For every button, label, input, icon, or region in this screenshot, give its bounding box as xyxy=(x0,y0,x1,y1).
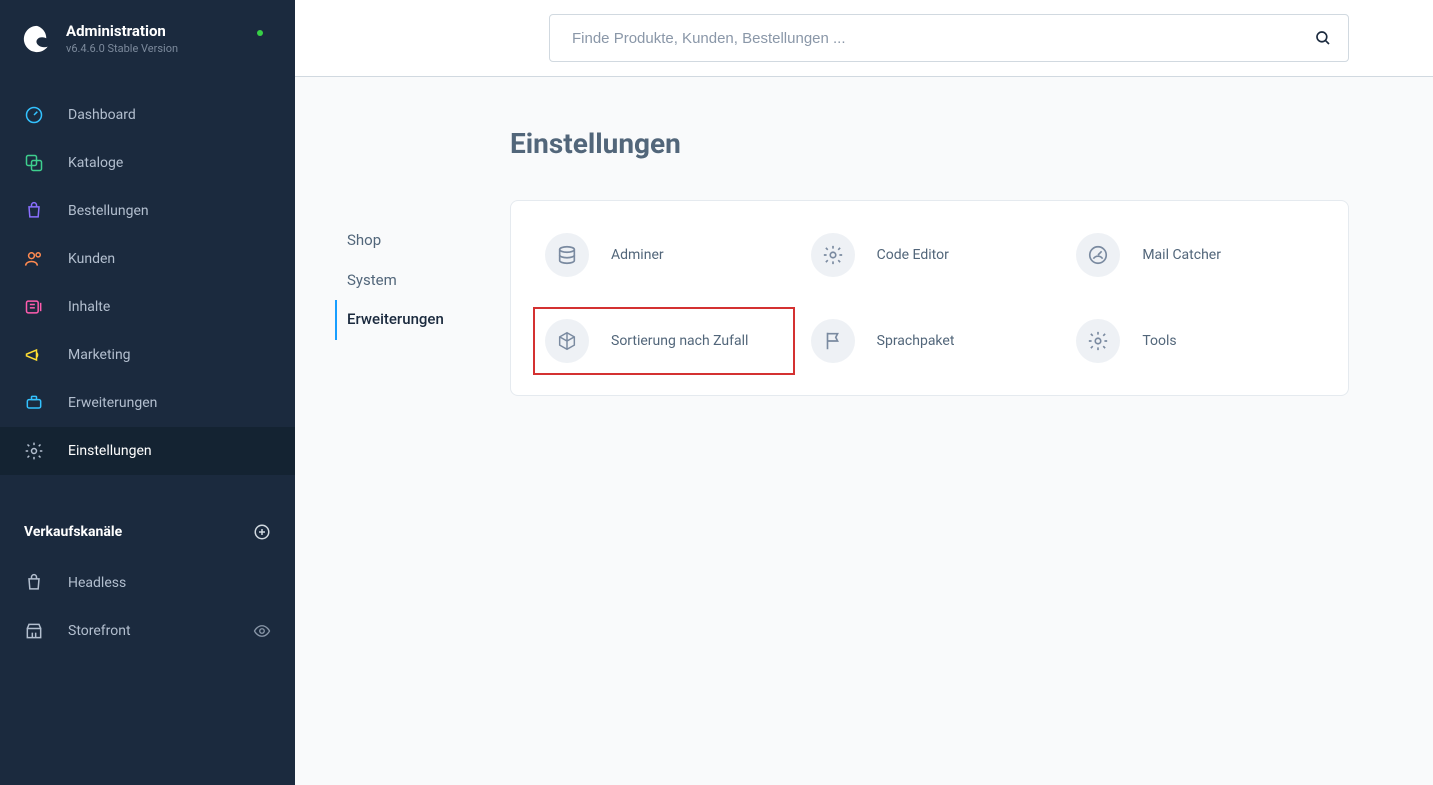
settings-item-label: Mail Catcher xyxy=(1142,247,1221,263)
tab-system[interactable]: System xyxy=(335,261,510,301)
dashboard-icon xyxy=(24,105,44,125)
gear-icon xyxy=(1076,319,1120,363)
tab-extensions[interactable]: Erweiterungen xyxy=(335,300,510,340)
flag-icon xyxy=(811,319,855,363)
headless-icon xyxy=(24,573,44,593)
global-search[interactable] xyxy=(549,14,1349,62)
customers-icon xyxy=(24,249,44,269)
nav-item-extensions[interactable]: Erweiterungen xyxy=(0,379,295,427)
marketing-icon xyxy=(24,345,44,365)
nav-label: Erweiterungen xyxy=(68,395,157,411)
sales-channel-label: Storefront xyxy=(68,623,131,639)
nav-item-content[interactable]: Inhalte xyxy=(0,283,295,331)
nav-item-orders[interactable]: Bestellungen xyxy=(0,187,295,235)
settings-item-adminer[interactable]: Adminer xyxy=(541,229,787,281)
nav-label: Kunden xyxy=(68,251,115,267)
tab-shop[interactable]: Shop xyxy=(335,221,510,261)
nav-item-settings[interactable]: Einstellungen xyxy=(0,427,295,475)
page-title: Einstellungen xyxy=(510,127,1349,160)
sidebar-header: Administration v6.4.6.0 Stable Version xyxy=(0,0,295,73)
topbar xyxy=(295,0,1433,77)
sales-channels: Verkaufskanäle Headless Storefront xyxy=(0,475,295,655)
nav-item-catalogs[interactable]: Kataloge xyxy=(0,139,295,187)
settings-item-language-pack[interactable]: Sprachpaket xyxy=(807,315,1053,367)
app-title: Administration xyxy=(66,22,178,40)
gear-icon xyxy=(811,233,855,277)
sales-channels-title: Verkaufskanäle xyxy=(24,524,122,540)
extensions-icon xyxy=(24,393,44,413)
nav-label: Marketing xyxy=(68,347,131,363)
settings-item-label: Sortierung nach Zufall xyxy=(611,333,748,349)
main: Shop System Erweiterungen Einstellungen … xyxy=(295,0,1433,785)
sidebar: Administration v6.4.6.0 Stable Version D… xyxy=(0,0,295,785)
nav-label: Kataloge xyxy=(68,155,123,171)
content-icon xyxy=(24,297,44,317)
settings-item-random-sort[interactable]: Sortierung nach Zufall xyxy=(541,315,787,367)
gauge-icon xyxy=(1076,233,1120,277)
nav-item-customers[interactable]: Kunden xyxy=(0,235,295,283)
shopware-logo-icon xyxy=(22,24,52,54)
nav-label: Einstellungen xyxy=(68,443,152,459)
settings-item-label: Sprachpaket xyxy=(877,333,955,349)
settings-item-label: Tools xyxy=(1142,333,1176,349)
nav-label: Dashboard xyxy=(68,107,136,123)
orders-icon xyxy=(24,201,44,221)
sales-channel-storefront[interactable]: Storefront xyxy=(24,607,271,655)
settings-card: Adminer Code Editor Mail Catcher So xyxy=(510,200,1349,396)
status-indicator xyxy=(257,30,263,36)
eye-icon[interactable] xyxy=(253,622,271,640)
nav-item-dashboard[interactable]: Dashboard xyxy=(0,91,295,139)
storefront-icon xyxy=(24,621,44,641)
settings-item-label: Adminer xyxy=(611,247,664,263)
search-input[interactable] xyxy=(572,30,1314,47)
settings-item-code-editor[interactable]: Code Editor xyxy=(807,229,1053,281)
add-sales-channel-button[interactable] xyxy=(253,523,271,541)
app-version: v6.4.6.0 Stable Version xyxy=(66,42,178,55)
main-nav: Dashboard Kataloge Bestellungen Kunden I… xyxy=(0,73,295,475)
sales-channel-label: Headless xyxy=(68,575,126,591)
nav-item-marketing[interactable]: Marketing xyxy=(0,331,295,379)
nav-label: Inhalte xyxy=(68,299,110,315)
settings-item-tools[interactable]: Tools xyxy=(1072,315,1318,367)
search-icon xyxy=(1314,29,1332,47)
settings-icon xyxy=(24,441,44,461)
catalog-icon xyxy=(24,153,44,173)
nav-label: Bestellungen xyxy=(68,203,149,219)
settings-item-mail-catcher[interactable]: Mail Catcher xyxy=(1072,229,1318,281)
cube-icon xyxy=(545,319,589,363)
settings-tabs: Shop System Erweiterungen xyxy=(295,77,510,396)
settings-item-label: Code Editor xyxy=(877,247,949,263)
sales-channel-headless[interactable]: Headless xyxy=(24,559,271,607)
database-icon xyxy=(545,233,589,277)
